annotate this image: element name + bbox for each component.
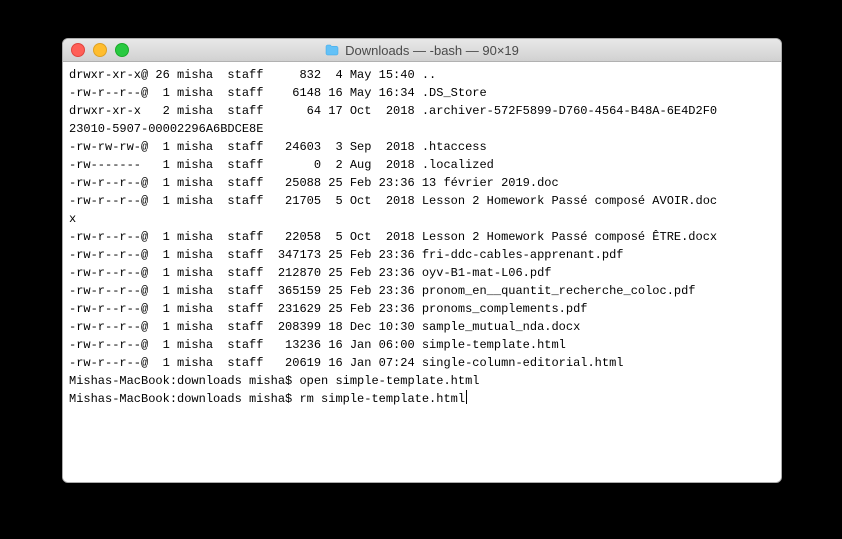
shell-command: open simple-template.html <box>299 374 479 388</box>
ls-row: -rw-r--r--@ 1 misha staff 231629 25 Feb … <box>69 300 775 318</box>
ls-row: -rw-r--r--@ 1 misha staff 20619 16 Jan 0… <box>69 354 775 372</box>
ls-row-continuation: x <box>69 210 775 228</box>
shell-prompt: Mishas-MacBook:downloads misha$ <box>69 392 299 406</box>
ls-row: -rw-r--r--@ 1 misha staff 212870 25 Feb … <box>69 264 775 282</box>
ls-row: -rw-rw-rw-@ 1 misha staff 24603 3 Sep 20… <box>69 138 775 156</box>
shell-prompt: Mishas-MacBook:downloads misha$ <box>69 374 299 388</box>
prompt-line: Mishas-MacBook:downloads misha$ rm simpl… <box>69 390 775 408</box>
close-button[interactable] <box>71 43 85 57</box>
traffic-lights <box>71 43 129 57</box>
ls-row: drwxr-xr-x 2 misha staff 64 17 Oct 2018 … <box>69 102 775 120</box>
ls-row: -rw-r--r--@ 1 misha staff 347173 25 Feb … <box>69 246 775 264</box>
terminal-window: Downloads — -bash — 90×19 drwxr-xr-x@ 26… <box>62 38 782 483</box>
ls-row: -rw-r--r--@ 1 misha staff 25088 25 Feb 2… <box>69 174 775 192</box>
window-title: Downloads — -bash — 90×19 <box>63 43 781 58</box>
folder-icon <box>325 44 339 56</box>
ls-row: -rw-r--r--@ 1 misha staff 6148 16 May 16… <box>69 84 775 102</box>
text-cursor <box>466 390 467 404</box>
terminal-body[interactable]: drwxr-xr-x@ 26 misha staff 832 4 May 15:… <box>63 62 781 482</box>
ls-row: -rw-r--r--@ 1 misha staff 22058 5 Oct 20… <box>69 228 775 246</box>
window-title-text: Downloads — -bash — 90×19 <box>345 43 519 58</box>
ls-row: -rw------- 1 misha staff 0 2 Aug 2018 .l… <box>69 156 775 174</box>
prompt-line: Mishas-MacBook:downloads misha$ open sim… <box>69 372 775 390</box>
ls-row: -rw-r--r--@ 1 misha staff 21705 5 Oct 20… <box>69 192 775 210</box>
ls-row: -rw-r--r--@ 1 misha staff 365159 25 Feb … <box>69 282 775 300</box>
ls-row: drwxr-xr-x@ 26 misha staff 832 4 May 15:… <box>69 66 775 84</box>
ls-row: -rw-r--r--@ 1 misha staff 208399 18 Dec … <box>69 318 775 336</box>
shell-command: rm simple-template.html <box>299 392 465 406</box>
minimize-button[interactable] <box>93 43 107 57</box>
zoom-button[interactable] <box>115 43 129 57</box>
titlebar[interactable]: Downloads — -bash — 90×19 <box>63 39 781 62</box>
ls-row-continuation: 23010-5907-00002296A6BDCE8E <box>69 120 775 138</box>
ls-row: -rw-r--r--@ 1 misha staff 13236 16 Jan 0… <box>69 336 775 354</box>
